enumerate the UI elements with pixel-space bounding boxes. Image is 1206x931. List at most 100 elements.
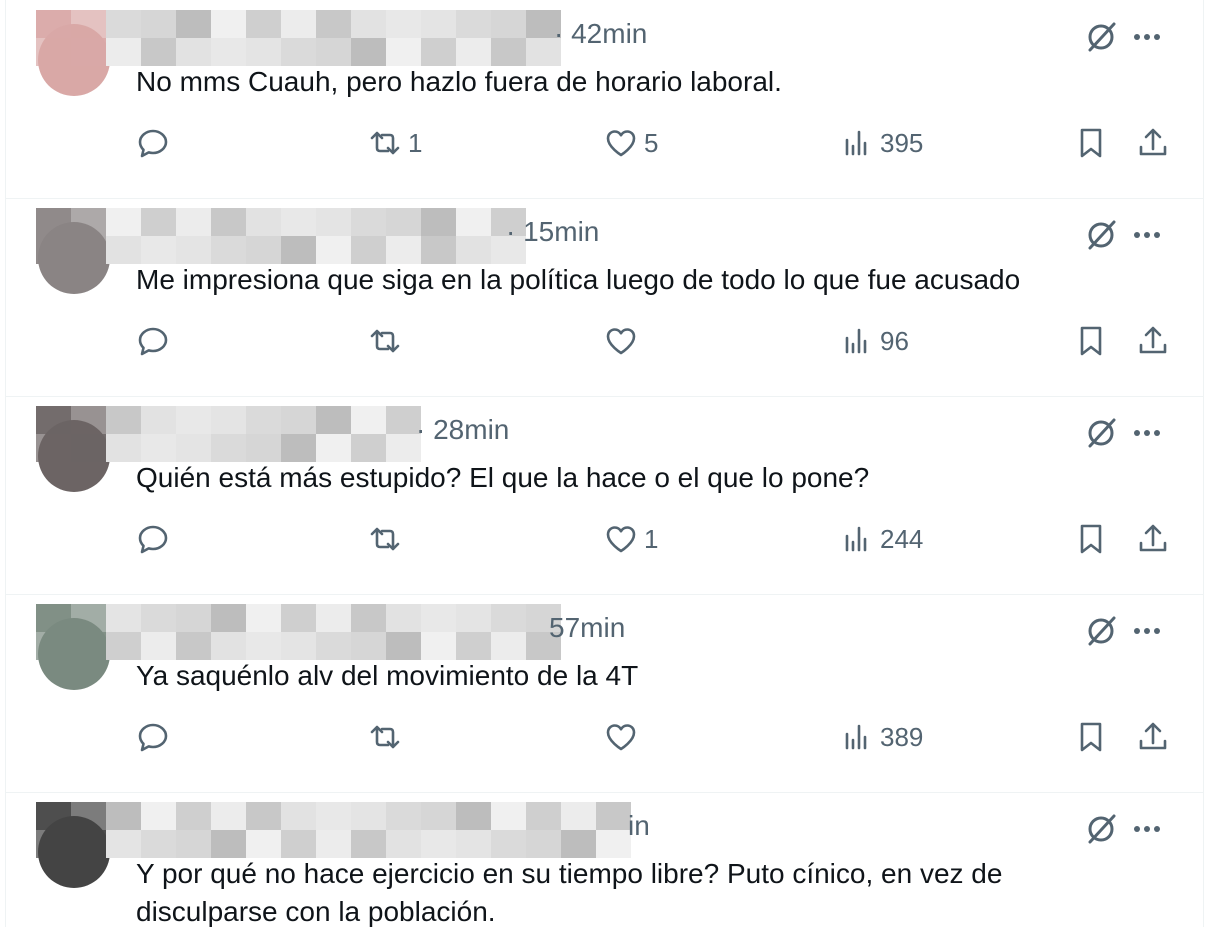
views-count: 96 [880, 325, 909, 356]
reply-item[interactable]: · 28min Quién está más estupido? El que … [6, 396, 1203, 595]
username-redacted [36, 10, 561, 66]
mosaic-cell [141, 632, 176, 660]
more-icon[interactable] [1129, 812, 1165, 846]
reply-timestamp[interactable]: · 28min [416, 414, 509, 446]
mosaic-cell [281, 406, 316, 434]
reply-text: Me impresiona que siga en la política lu… [136, 264, 1021, 295]
retweet-icon [370, 725, 400, 749]
bookmark-button[interactable] [1074, 720, 1108, 754]
share-button[interactable] [1136, 720, 1170, 754]
retweet-button[interactable] [368, 324, 408, 358]
views-button[interactable]: 96 [840, 324, 909, 358]
mosaic-cell [561, 830, 596, 858]
mosaic-cell [351, 434, 386, 462]
mosaic-cell [141, 802, 176, 830]
mosaic-cell [71, 10, 106, 38]
mosaic-cell [281, 802, 316, 830]
mosaic-cell [456, 10, 491, 38]
mosaic-cell [526, 802, 561, 830]
retweet-button[interactable]: 1 [368, 126, 422, 160]
more-icon[interactable] [1129, 20, 1165, 54]
mosaic-cell [211, 10, 246, 38]
share-icon [1139, 128, 1167, 156]
mosaic-cell [351, 208, 386, 236]
reply-button[interactable] [136, 720, 176, 754]
mosaic-cell [386, 38, 421, 66]
share-icon [1139, 524, 1167, 552]
mosaic-cell [176, 10, 211, 38]
mosaic-cell [386, 830, 421, 858]
mosaic-cell [596, 830, 631, 858]
mosaic-cell [316, 38, 351, 66]
mosaic-cell [596, 802, 631, 830]
username-redacted [36, 604, 561, 660]
mosaic-cell [141, 10, 176, 38]
mosaic-cell [106, 830, 141, 858]
share-button[interactable] [1136, 522, 1170, 556]
mosaic-cell [36, 10, 71, 38]
mosaic-cell [211, 632, 246, 660]
mosaic-cell [106, 10, 141, 38]
mosaic-cell [211, 208, 246, 236]
reply-item[interactable]: · 15min Me impresiona que siga en la pol… [6, 198, 1203, 397]
like-button[interactable] [604, 720, 644, 754]
grok-icon[interactable] [1084, 416, 1118, 450]
reply-item[interactable]: in Y por qué no hace ejercicio en su tie… [6, 792, 1203, 927]
views-button[interactable]: 395 [840, 126, 923, 160]
reply-item[interactable]: · 42min No mms Cuauh, pero hazlo fuera d… [6, 0, 1203, 199]
mosaic-cell [351, 236, 386, 264]
bookmark-icon [1080, 524, 1102, 554]
retweet-button[interactable] [368, 522, 408, 556]
reply-button[interactable] [136, 522, 176, 556]
more-icon[interactable] [1129, 218, 1165, 252]
mosaic-cell [421, 208, 456, 236]
more-icon[interactable] [1129, 416, 1165, 450]
reply-timestamp[interactable]: · 15min [506, 216, 599, 248]
views-button[interactable]: 389 [840, 720, 923, 754]
mosaic-cell [421, 604, 456, 632]
mosaic-cell [141, 236, 176, 264]
reply-item[interactable]: 57min Ya saquénlo alv del movimiento de … [6, 594, 1203, 793]
like-count: 1 [644, 523, 659, 554]
like-button[interactable]: 1 [604, 522, 658, 556]
mosaic-cell [176, 208, 211, 236]
more-icon[interactable] [1129, 614, 1165, 648]
views-button[interactable]: 244 [840, 522, 923, 556]
bookmark-icon [1080, 722, 1102, 752]
mosaic-cell [176, 38, 211, 66]
mosaic-cell [36, 434, 71, 462]
grok-icon[interactable] [1084, 614, 1118, 648]
views-icon [845, 724, 867, 750]
mosaic-cell [456, 632, 491, 660]
reply-timestamp[interactable]: · 42min [554, 18, 647, 50]
retweet-button[interactable] [368, 720, 408, 754]
share-button[interactable] [1136, 126, 1170, 160]
reply-timestamp[interactable]: in [628, 810, 650, 842]
like-button[interactable] [604, 324, 644, 358]
mosaic-cell [491, 38, 526, 66]
grok-icon[interactable] [1084, 218, 1118, 252]
reply-button[interactable] [136, 324, 176, 358]
bookmark-button[interactable] [1074, 324, 1108, 358]
mosaic-cell [36, 830, 71, 858]
mosaic-cell [246, 10, 281, 38]
reply-timestamp[interactable]: 57min [549, 612, 625, 644]
mosaic-cell [71, 38, 106, 66]
mosaic-cell [281, 208, 316, 236]
reply-button[interactable] [136, 126, 176, 160]
bookmark-button[interactable] [1074, 126, 1108, 160]
mosaic-cell [71, 208, 106, 236]
share-button[interactable] [1136, 324, 1170, 358]
mosaic-cell [246, 802, 281, 830]
mosaic-cell [211, 236, 246, 264]
like-button[interactable]: 5 [604, 126, 658, 160]
mosaic-cell [246, 38, 281, 66]
mosaic-cell [456, 604, 491, 632]
bookmark-button[interactable] [1074, 522, 1108, 556]
grok-icon[interactable] [1084, 20, 1118, 54]
grok-icon[interactable] [1084, 812, 1118, 846]
retweet-icon [370, 131, 400, 155]
mosaic-cell [71, 604, 106, 632]
mosaic-cell [456, 236, 491, 264]
mosaic-cell [36, 236, 71, 264]
